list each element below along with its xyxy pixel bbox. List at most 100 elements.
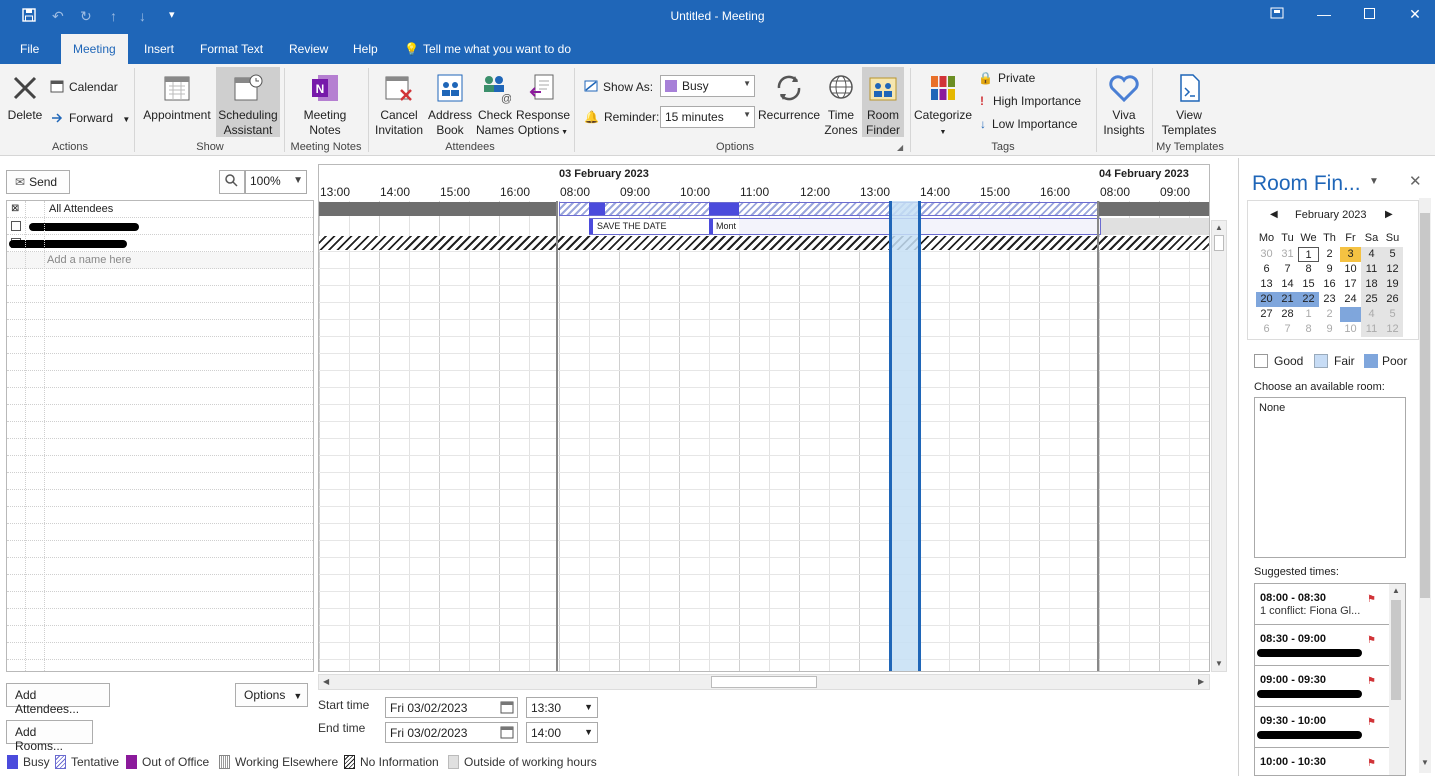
calendar-day[interactable]: 12 [1382, 322, 1403, 337]
calendar-day[interactable]: 23 [1319, 292, 1340, 307]
table-row[interactable] [7, 575, 313, 592]
calendar-day[interactable]: 9 [1319, 262, 1340, 277]
table-row[interactable] [7, 354, 313, 371]
suggestion-item[interactable]: 08:00 - 08:30 1 conflict: Fiona Gl... ⚑ [1255, 584, 1405, 625]
room-item[interactable]: None [1259, 402, 1285, 414]
calendar-day[interactable]: 19 [1382, 277, 1403, 292]
calendar-day[interactable]: 10 [1340, 262, 1361, 277]
options-button[interactable]: Options ▼ [235, 683, 308, 707]
calendar-day[interactable]: 2 [1319, 307, 1340, 322]
reminder-select[interactable]: 15 minutes ▼ [660, 106, 755, 128]
calendar-day[interactable]: 7 [1277, 322, 1298, 337]
vertical-scrollbar[interactable]: ▲ ▼ [1211, 220, 1227, 672]
suggestion-item[interactable]: 09:00 - 09:30 ⚑ [1255, 666, 1405, 707]
calendar-day[interactable]: 2 [1319, 247, 1340, 262]
tab-meeting[interactable]: Meeting [61, 34, 128, 64]
table-row[interactable] [7, 456, 313, 473]
cancel-invitation-button[interactable]: Cancel Invitation [372, 72, 426, 138]
tab-file[interactable]: File [20, 42, 39, 56]
table-row[interactable] [7, 609, 313, 626]
delete-button[interactable]: Delete [6, 72, 44, 123]
tab-format-text[interactable]: Format Text [200, 42, 263, 56]
add-name-row[interactable]: Add a name here [7, 252, 313, 269]
zoom-button[interactable] [219, 170, 245, 194]
send-button[interactable]: ✉ Send [6, 170, 70, 194]
calendar-day[interactable]: 11 [1361, 262, 1382, 277]
vertical-scrollbar[interactable]: ▲ [1389, 584, 1405, 775]
options-dialog-launcher-icon[interactable]: ◢ [897, 143, 903, 152]
scroll-down-icon[interactable]: ▼ [1421, 758, 1429, 767]
table-row[interactable] [7, 558, 313, 575]
calendar-button[interactable]: Calendar [50, 79, 118, 94]
calendar-day[interactable]: 8 [1298, 322, 1319, 337]
calendar-day[interactable]: 1 [1298, 307, 1319, 322]
ribbon-display-options-icon[interactable] [1262, 6, 1292, 22]
suggestion-item[interactable]: 09:30 - 10:00 ⚑ [1255, 707, 1405, 748]
table-row[interactable] [7, 660, 313, 671]
forward-button[interactable]: Forward ▼ [50, 110, 130, 125]
scroll-right-icon[interactable]: ▶ [1198, 677, 1204, 686]
scrollbar-thumb[interactable] [711, 676, 817, 688]
check-names-button[interactable]: @ CheckNames [474, 72, 516, 138]
table-row[interactable] [7, 303, 313, 320]
calendar-day[interactable]: 16 [1319, 277, 1340, 292]
start-time-select[interactable]: 13:30 ▼ [526, 697, 598, 718]
calendar-day[interactable]: 31 [1277, 247, 1298, 262]
calendar-day[interactable]: 24 [1340, 292, 1361, 307]
table-row[interactable] [7, 490, 313, 507]
horizontal-scrollbar[interactable]: ◀ ▶ [318, 674, 1210, 690]
table-row[interactable] [7, 388, 313, 405]
table-row[interactable] [7, 439, 313, 456]
tab-review[interactable]: Review [289, 42, 328, 56]
time-zones-button[interactable]: Time Zones [822, 72, 860, 138]
event-mont[interactable]: Mont [709, 219, 739, 234]
calendar-day[interactable]: 3 [1340, 307, 1361, 322]
scroll-left-icon[interactable]: ◀ [323, 677, 329, 686]
calendar-day[interactable]: 22 [1298, 292, 1319, 307]
table-row[interactable] [7, 524, 313, 541]
add-rooms-button[interactable]: Add Rooms... [6, 720, 93, 753]
calendar-day[interactable]: 10 [1340, 322, 1361, 337]
all-attendees-row[interactable]: ⊠ All Attendees [7, 201, 313, 218]
address-book-button[interactable]: Address Book [428, 72, 472, 138]
start-date-field[interactable]: Fri 03/02/2023 [385, 697, 518, 718]
calendar-day[interactable]: 12 [1382, 262, 1403, 277]
pane-scrollbar[interactable]: ▼ [1419, 198, 1431, 773]
tab-help[interactable]: Help [353, 42, 378, 56]
close-pane-icon[interactable]: ✕ [1409, 172, 1422, 190]
categorize-button[interactable]: Categorize ▼ [912, 72, 974, 140]
suggestion-item[interactable]: 10:00 - 10:30 ⚑ [1255, 748, 1405, 775]
room-list[interactable]: None [1254, 397, 1406, 558]
calendar-day[interactable]: 5 [1382, 307, 1403, 322]
scheduling-grid[interactable]: 03 February 2023 04 February 2023 13:00 1… [318, 164, 1210, 672]
calendar-day[interactable]: 26 [1382, 292, 1403, 307]
calendar-day[interactable]: 7 [1277, 262, 1298, 277]
end-date-field[interactable]: Fri 03/02/2023 [385, 722, 518, 743]
tell-me-search[interactable]: 💡 Tell me what you want to do [404, 42, 571, 56]
calendar-day[interactable]: 21 [1277, 292, 1298, 307]
appointment-button[interactable]: Appointment [140, 72, 214, 123]
next-month-icon[interactable]: ▶ [1385, 209, 1393, 220]
calendar-day[interactable]: 9 [1319, 322, 1340, 337]
private-button[interactable]: 🔒 Private [978, 71, 1035, 85]
close-icon[interactable]: ✕ [1400, 6, 1430, 23]
scrollbar-thumb[interactable] [1391, 600, 1401, 700]
table-row[interactable] [7, 235, 313, 252]
tab-insert[interactable]: Insert [144, 42, 174, 56]
table-row[interactable] [7, 405, 313, 422]
calendar-day[interactable]: 13 [1256, 277, 1277, 292]
calendar-day[interactable]: 6 [1256, 322, 1277, 337]
pane-menu-icon[interactable]: ▼ [1369, 176, 1379, 187]
low-importance-button[interactable]: ↓ Low Importance [980, 117, 1077, 131]
prev-month-icon[interactable]: ◀ [1270, 209, 1278, 220]
show-as-select[interactable]: Busy ▼ [660, 75, 755, 97]
zoom-select[interactable]: 100% ▼ [245, 170, 307, 194]
minimize-icon[interactable]: — [1309, 6, 1339, 22]
table-row[interactable] [7, 371, 313, 388]
scroll-up-icon[interactable]: ▲ [1392, 586, 1400, 595]
scroll-up-icon[interactable]: ▲ [1215, 223, 1223, 232]
recurrence-button[interactable]: Recurrence [757, 72, 821, 123]
calendar-day[interactable]: 5 [1382, 247, 1403, 262]
scheduling-assistant-button[interactable]: Scheduling Assistant [216, 67, 280, 137]
scroll-down-icon[interactable]: ▼ [1215, 659, 1223, 668]
